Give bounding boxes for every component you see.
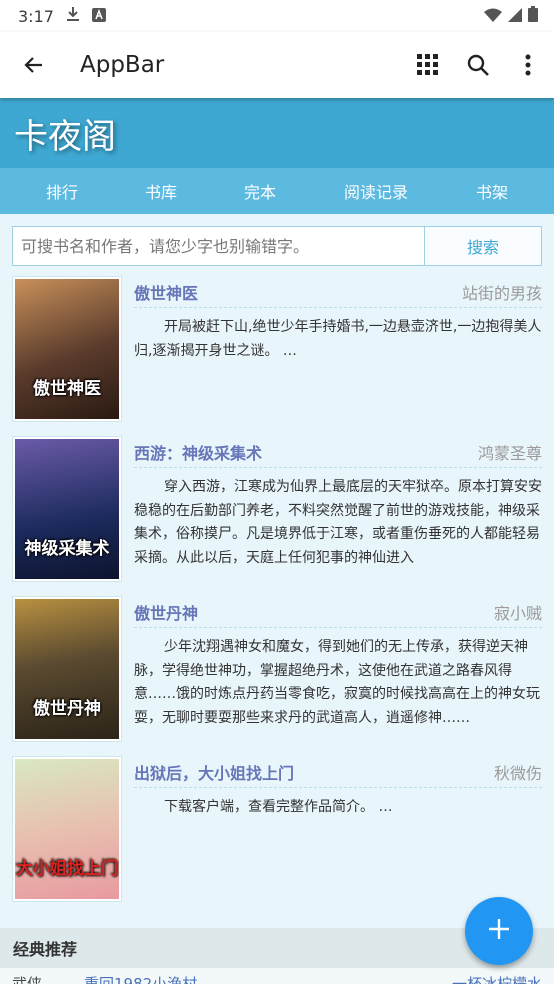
list-item[interactable]: 神级采集术 西游：神级采集术 鸿蒙圣尊 穿入西游，江寒成为仙界上最底层的天牢狱卒… (12, 436, 542, 596)
nav-item-bookshelf[interactable]: 书架 (430, 179, 554, 203)
book-body: 傲世神医 站街的男孩 开局被赶下山,绝世少年手持婚书,一边悬壶济世,一边抱得美人… (134, 276, 542, 436)
search-bar: 搜索 (12, 226, 542, 266)
book-body: 傲世丹神 寂小贼 少年沈翔遇神女和魔女，得到她们的无上传承，获得逆天神脉，学得绝… (134, 596, 542, 756)
search-button[interactable]: 搜索 (424, 227, 541, 265)
book-cover[interactable]: 傲世神医 (12, 276, 122, 422)
list-item[interactable]: 大小姐找上门 出狱后，大小姐找上门 秋微伤 下载客户端，查看完整作品简介。 … (12, 756, 542, 916)
book-author[interactable]: 鸿蒙圣尊 (478, 440, 542, 464)
status-right (484, 6, 538, 26)
nav-item-ranking[interactable]: 排行 (0, 179, 124, 203)
book-title[interactable]: 傲世神医 (134, 280, 198, 304)
book-author[interactable]: 寂小贼 (494, 600, 542, 624)
book-description: 穿入西游，江寒成为仙界上最底层的天牢狱卒。原本打算安安稳稳的在后勤部门养老，不料… (134, 479, 542, 566)
book-title[interactable]: 傲世丹神 (134, 600, 198, 624)
more-vertical-icon[interactable] (514, 51, 542, 79)
cover-title: 傲世神医 (33, 379, 101, 400)
book-head: 西游：神级采集术 鸿蒙圣尊 (134, 436, 542, 468)
book-title[interactable]: 西游：神级采集术 (134, 440, 262, 464)
site-title[interactable]: 卡夜阁 (14, 109, 116, 158)
app-bar-actions (414, 51, 542, 79)
book-head: 傲世神医 站街的男孩 (134, 276, 542, 308)
book-description: 少年沈翔遇神女和魔女，得到她们的无上传承，获得逆天神脉，学得绝世神功，掌握超绝丹… (134, 639, 540, 726)
nav-item-completed[interactable]: 完本 (198, 179, 322, 203)
book-cover[interactable]: 大小姐找上门 (12, 756, 122, 902)
nav-item-history[interactable]: 阅读记录 (322, 179, 430, 203)
cover-image: 大小姐找上门 (15, 759, 119, 899)
add-fab-button[interactable] (465, 897, 533, 965)
book-cover[interactable]: 傲世丹神 (12, 596, 122, 742)
cover-image: 傲世神医 (15, 279, 119, 419)
search-input[interactable] (13, 227, 424, 265)
cover-title: 傲世丹神 (33, 699, 101, 720)
battery-icon (528, 6, 538, 26)
back-arrow-icon[interactable] (20, 51, 48, 79)
list-item[interactable]: 傲世神医 傲世神医 站街的男孩 开局被赶下山,绝世少年手持婚书,一边悬壶济世,一… (12, 276, 542, 436)
site-header: 卡夜阁 (0, 98, 554, 168)
book-list: 傲世神医 傲世神医 站街的男孩 开局被赶下山,绝世少年手持婚书,一边悬壶济世,一… (0, 266, 554, 916)
book-author[interactable]: 秋微伤 (494, 760, 542, 784)
book-title[interactable]: 出狱后，大小姐找上门 (134, 760, 294, 784)
book-head: 出狱后，大小姐找上门 秋微伤 (134, 756, 542, 788)
rec-category: 武侠 (12, 974, 43, 984)
status-left: 3:17 (18, 6, 106, 26)
cover-image: 神级采集术 (15, 439, 119, 579)
list-item[interactable]: 傲世丹神 傲世丹神 寂小贼 少年沈翔遇神女和魔女，得到她们的无上传承，获得逆天神… (12, 596, 542, 756)
app-bar: AppBar (0, 32, 554, 98)
status-time: 3:17 (18, 6, 54, 26)
status-bar: 3:17 (0, 0, 554, 32)
plus-icon (488, 918, 510, 944)
book-cover[interactable]: 神级采集术 (12, 436, 122, 582)
wifi-icon (484, 7, 502, 26)
nav-item-library[interactable]: 书库 (124, 179, 198, 203)
search-icon[interactable] (464, 51, 492, 79)
cover-title: 神级采集术 (24, 539, 110, 560)
book-body: 出狱后，大小姐找上门 秋微伤 下载客户端，查看完整作品简介。 … (134, 756, 542, 916)
rec-author-link[interactable]: 一杯冰柠檬水 (452, 973, 542, 984)
book-body: 西游：神级采集术 鸿蒙圣尊 穿入西游，江寒成为仙界上最底层的天牢狱卒。原本打算安… (134, 436, 542, 596)
cover-title: 大小姐找上门 (16, 859, 118, 880)
book-head: 傲世丹神 寂小贼 (134, 596, 542, 628)
app-bar-title: AppBar (80, 52, 165, 78)
book-author[interactable]: 站街的男孩 (462, 280, 542, 304)
table-row: 武侠 重回1982小渔村 一杯冰柠檬水 (0, 968, 554, 984)
rec-title-link[interactable]: 重回1982小渔村 (84, 973, 197, 984)
section-title: 经典推荐 (13, 940, 78, 959)
book-description: 下载客户端，查看完整作品简介。 … (164, 799, 393, 815)
signal-icon (508, 7, 522, 26)
download-icon (66, 6, 80, 26)
grid-icon[interactable] (414, 51, 442, 79)
cover-image: 傲世丹神 (15, 599, 119, 739)
book-description: 开局被赶下山,绝世少年手持婚书,一边悬壶济世,一边抱得美人归,逐渐揭开身世之谜。… (134, 319, 542, 359)
nav-bar: 排行 书库 完本 阅读记录 书架 (0, 168, 554, 214)
font-a-icon (91, 7, 106, 26)
